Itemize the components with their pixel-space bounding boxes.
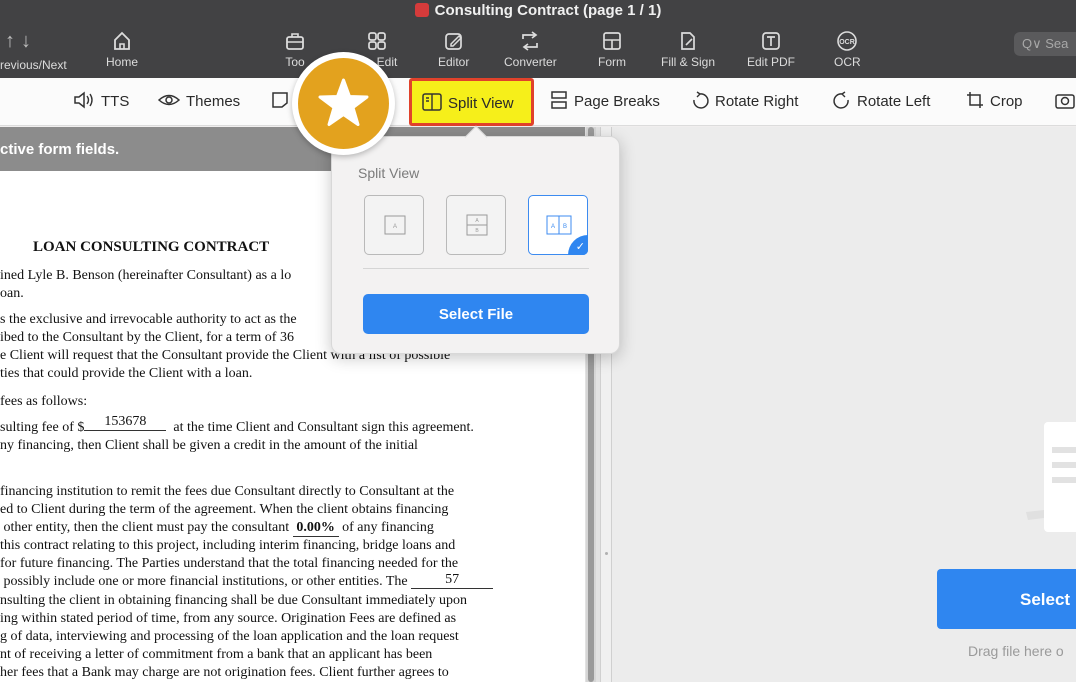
converter-button[interactable]: Converter <box>504 30 557 69</box>
popover-separator <box>363 268 589 269</box>
ocr-icon: OCR <box>837 31 858 51</box>
document-line: fees as follows: <box>0 394 88 409</box>
document-line: nt of receiving a letter of commitment f… <box>0 647 433 662</box>
note-icon <box>272 92 288 108</box>
select-file-button-right[interactable]: Select <box>937 569 1076 629</box>
window-title: Consulting Contract (page 1 / 1) <box>0 2 1076 19</box>
form-button[interactable]: Form <box>598 30 626 69</box>
document-line: nsulting the client in obtaining financi… <box>0 593 467 608</box>
home-button[interactable]: Home <box>106 30 138 69</box>
up-down-arrows-icon: ↑↓ <box>5 30 37 52</box>
document-line: ibed to the Consultant by the Client, fo… <box>0 330 294 345</box>
percent-field[interactable]: 0.00% <box>292 520 339 537</box>
eye-icon <box>158 94 180 106</box>
themes-button[interactable]: Themes <box>158 91 240 110</box>
crop-button[interactable]: Crop <box>966 91 1023 110</box>
svg-text:A: A <box>393 224 397 230</box>
rotate-right-icon <box>693 91 709 109</box>
editor-button[interactable]: Editor <box>438 30 469 69</box>
home-icon <box>114 31 130 50</box>
document-line: ing within stated period of time, from a… <box>0 611 457 626</box>
edit-pdf-button[interactable]: Edit PDF <box>747 30 795 69</box>
svg-text:B: B <box>475 228 479 234</box>
count-field[interactable]: 57 <box>411 572 494 589</box>
convert-arrows-icon <box>522 31 539 51</box>
text-box-icon <box>762 32 780 50</box>
split-view-popover: Split View A AB AB ✓ Select File <box>331 125 620 354</box>
document-line: financing institution to remit the fees … <box>0 484 455 499</box>
page-breaks-icon <box>551 91 567 109</box>
svg-text:OCR: OCR <box>840 39 856 46</box>
pencil-square-icon <box>444 33 462 50</box>
single-layout-icon: A <box>384 215 406 235</box>
table-form-icon <box>603 32 621 50</box>
document-line: g of data, interviewing and processing o… <box>0 629 459 644</box>
document-line: for future financing. The Parties unders… <box>0 556 459 571</box>
select-file-button[interactable]: Select File <box>363 294 589 334</box>
view-toolbar: TTS Themes Split View Page Breaks Rotate… <box>0 78 1076 126</box>
fill-sign-button[interactable]: Fill & Sign <box>661 30 715 69</box>
document-line: ined Lyle B. Benson (hereinafter Consult… <box>0 268 292 283</box>
divider-handle-icon <box>605 552 608 555</box>
pdf-document-icon <box>414 3 429 17</box>
document-line: possibly include one or more financial i… <box>0 572 494 591</box>
document-line: other entity, then the client must pay t… <box>3 520 434 537</box>
document-line: ny financing, then Client shall be given… <box>0 438 418 453</box>
document-line: ties that could provide the Client with … <box>0 366 253 381</box>
screenshot-button[interactable] <box>1055 91 1076 110</box>
drag-file-hint: Drag file here o <box>968 643 1064 659</box>
favorite-star-badge[interactable] <box>292 52 395 155</box>
tts-button[interactable]: TTS <box>73 91 129 110</box>
rotate-right-button[interactable]: Rotate Right <box>691 91 798 110</box>
document-line: s the exclusive and irrevocable authorit… <box>0 312 297 327</box>
document-line: oan. <box>0 286 24 301</box>
svg-text:B: B <box>563 224 567 230</box>
star-icon <box>318 78 369 126</box>
toolbox-icon <box>286 33 304 50</box>
document-line: sulting fee of $153678 at the time Clien… <box>0 414 474 435</box>
popover-title: Split View <box>358 165 420 181</box>
fee-amount-field[interactable]: 153678 <box>84 414 167 431</box>
document-line: her fees that a Bank may charge are not … <box>0 665 449 680</box>
camera-icon <box>1055 94 1075 109</box>
crop-icon <box>967 92 983 108</box>
grid-icon <box>368 32 386 50</box>
file-placeholder-icon <box>1026 422 1076 532</box>
page-breaks-button[interactable]: Page Breaks <box>550 91 660 110</box>
right-empty-pane: Select Drag file here o <box>612 127 1076 682</box>
svg-text:A: A <box>551 224 555 230</box>
document-title: LOAN CONSULTING CONTRACT <box>33 239 270 255</box>
search-input[interactable]: Q∨ Sea <box>1014 32 1076 56</box>
split-view-icon <box>422 93 442 111</box>
single-page-layout-option[interactable]: A <box>364 195 424 255</box>
split-view-button[interactable]: Split View <box>409 78 534 126</box>
signature-pen-icon <box>681 32 695 50</box>
document-line: ed to Client during the term of the agre… <box>0 502 449 517</box>
speaker-icon <box>74 91 93 109</box>
horizontal-split-icon: AB <box>466 214 488 236</box>
vertical-split-layout-option[interactable]: AB ✓ <box>528 195 588 255</box>
horizontal-split-layout-option[interactable]: AB <box>446 195 506 255</box>
rotate-left-button[interactable]: Rotate Left <box>833 91 930 110</box>
main-toolbar: Consulting Contract (page 1 / 1) ↑↓ revi… <box>0 0 1076 78</box>
rotate-left-icon <box>833 91 849 109</box>
svg-text:A: A <box>475 218 479 224</box>
ocr-button[interactable]: OCR OCR <box>834 30 861 69</box>
document-line: this contract relating to this project, … <box>0 538 456 553</box>
